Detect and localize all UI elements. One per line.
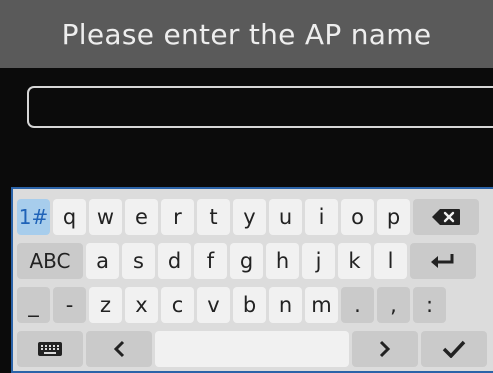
key-abc-toggle[interactable]: ABC: [17, 243, 83, 279]
on-screen-keyboard: 1# q w e r t y u i o p ABC a s d f g h j…: [11, 187, 493, 373]
key-n[interactable]: n: [269, 287, 302, 323]
key-k[interactable]: k: [338, 243, 371, 279]
space-key[interactable]: [155, 331, 349, 367]
cursor-right-key[interactable]: [352, 331, 418, 367]
enter-key[interactable]: [410, 243, 476, 279]
key-h[interactable]: h: [266, 243, 299, 279]
key-z[interactable]: z: [89, 287, 122, 323]
key-o[interactable]: o: [341, 199, 374, 235]
key-j[interactable]: j: [302, 243, 335, 279]
key-i[interactable]: i: [305, 199, 338, 235]
key-hyphen[interactable]: -: [53, 287, 86, 323]
chevron-right-icon: [379, 340, 391, 358]
key-v[interactable]: v: [197, 287, 230, 323]
key-t[interactable]: t: [197, 199, 230, 235]
ap-name-input[interactable]: [27, 86, 493, 128]
key-m[interactable]: m: [305, 287, 338, 323]
backspace-icon: [432, 209, 460, 225]
key-period[interactable]: .: [341, 287, 374, 323]
keyboard-row-4: [17, 331, 487, 367]
input-area: [0, 68, 493, 188]
key-underscore[interactable]: _: [17, 287, 50, 323]
cursor-left-key[interactable]: [86, 331, 152, 367]
key-e[interactable]: e: [125, 199, 158, 235]
key-b[interactable]: b: [233, 287, 266, 323]
key-l[interactable]: l: [374, 243, 407, 279]
key-s[interactable]: s: [122, 243, 155, 279]
key-w[interactable]: w: [89, 199, 122, 235]
checkmark-icon: [442, 340, 466, 358]
key-x[interactable]: x: [125, 287, 158, 323]
keyboard-row-1: 1# q w e r t y u i o p: [17, 199, 479, 235]
keyboard-row-2: ABC a s d f g h j k l: [17, 243, 476, 279]
key-q[interactable]: q: [53, 199, 86, 235]
key-comma[interactable]: ,: [377, 287, 410, 323]
key-r[interactable]: r: [161, 199, 194, 235]
key-y[interactable]: y: [233, 199, 266, 235]
key-u[interactable]: u: [269, 199, 302, 235]
backspace-key[interactable]: [413, 199, 479, 235]
key-c[interactable]: c: [161, 287, 194, 323]
key-a[interactable]: a: [86, 243, 119, 279]
key-colon[interactable]: :: [413, 287, 446, 323]
enter-icon: [431, 254, 454, 268]
chevron-left-icon: [113, 340, 125, 358]
dialog-title: Please enter the AP name: [61, 17, 432, 51]
key-g[interactable]: g: [230, 243, 263, 279]
keyboard-icon: [38, 342, 62, 356]
key-numeric-toggle[interactable]: 1#: [17, 199, 50, 235]
dialog-title-bar: Please enter the AP name: [0, 0, 493, 68]
key-p[interactable]: p: [377, 199, 410, 235]
keyboard-row-3: _ - z x c v b n m . , :: [17, 287, 446, 323]
key-d[interactable]: d: [158, 243, 191, 279]
keyboard-hide-key[interactable]: [17, 331, 83, 367]
key-f[interactable]: f: [194, 243, 227, 279]
done-key[interactable]: [421, 331, 487, 367]
